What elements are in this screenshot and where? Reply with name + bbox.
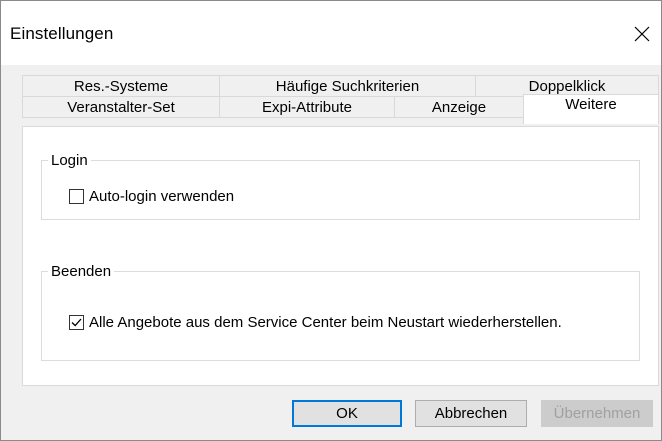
cancel-button-label: Abbrechen — [434, 405, 508, 422]
dialog-title: Einstellungen — [10, 24, 114, 43]
tab-label: Weitere — [565, 96, 617, 113]
apply-button[interactable]: Übernehmen — [541, 400, 653, 427]
restore-offers-label: Alle Angebote aus dem Service Center bei… — [89, 314, 562, 331]
title-bar: Einstellungen — [1, 1, 661, 65]
tab-label: Häufige Suchkriterien — [275, 77, 420, 95]
tab-control: Res.-Systeme Häufige Suchkriterien Doppe… — [22, 75, 660, 386]
settings-dialog: Einstellungen Res.-Systeme Häufige Suchk… — [0, 0, 662, 441]
cancel-button[interactable]: Abbrechen — [415, 400, 527, 427]
checkmark-icon — [71, 318, 82, 327]
tab-label: Expi-Attribute — [261, 98, 353, 116]
auto-login-label: Auto-login verwenden — [89, 188, 235, 205]
restore-offers-option[interactable]: Alle Angebote aus dem Service Center bei… — [69, 314, 562, 331]
ok-button-label: OK — [336, 405, 358, 422]
tab-veranstalter-set[interactable]: Veranstalter-Set — [22, 96, 220, 118]
tab-weitere[interactable]: Weitere — [523, 94, 659, 124]
beenden-group: Beenden — [41, 263, 640, 361]
tab-label: Res.-Systeme — [73, 77, 169, 95]
auto-login-option[interactable]: Auto-login verwenden — [69, 188, 234, 205]
tab-label: Doppelklick — [528, 77, 606, 95]
tab-panel-weitere: Login Auto-login verwenden Beenden Alle … — [22, 126, 659, 386]
beenden-group-legend: Beenden — [51, 263, 112, 280]
tab-haeufige-suchkriterien[interactable]: Häufige Suchkriterien — [219, 75, 476, 97]
login-group-legend: Login — [51, 152, 88, 169]
apply-button-label: Übernehmen — [553, 405, 641, 422]
restore-offers-checkbox[interactable] — [69, 315, 84, 330]
auto-login-checkbox[interactable] — [69, 189, 84, 204]
ok-button[interactable]: OK — [292, 400, 402, 427]
tab-anzeige[interactable]: Anzeige — [394, 96, 524, 118]
close-icon — [634, 26, 650, 42]
close-button[interactable] — [625, 17, 659, 51]
login-group: Login — [41, 152, 640, 220]
tab-res-systeme[interactable]: Res.-Systeme — [22, 75, 220, 97]
tab-label: Anzeige — [431, 98, 487, 116]
tab-expi-attribute[interactable]: Expi-Attribute — [219, 96, 395, 118]
tab-label: Veranstalter-Set — [67, 98, 175, 116]
